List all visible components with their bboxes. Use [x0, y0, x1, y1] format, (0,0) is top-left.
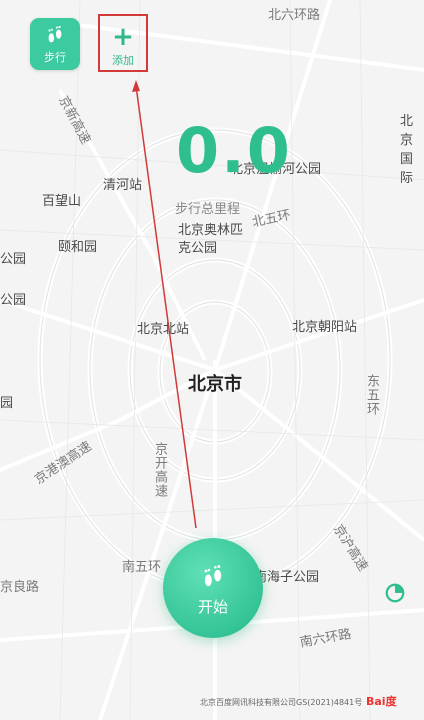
footprint-icon — [48, 25, 62, 43]
add-button[interactable]: + 添加 — [98, 14, 148, 72]
map-label: 北京奥林匹克公园 — [178, 223, 244, 256]
map-label: 京良路 — [0, 580, 40, 595]
map-label: 公园 — [0, 293, 27, 308]
map-label: 园 — [0, 396, 14, 411]
start-button[interactable]: 开始 — [163, 538, 263, 638]
map-label: 百望山 — [42, 194, 82, 209]
map-label: 南海子公园 — [254, 570, 320, 585]
plus-icon: + — [112, 22, 134, 52]
map-label: 北京朝阳站 — [292, 320, 358, 335]
add-button-label: 添加 — [112, 54, 134, 67]
baidu-logo: Bai度 — [366, 695, 397, 708]
walk-mode-button[interactable]: 步行 — [30, 18, 80, 70]
pie-chart-icon[interactable] — [384, 582, 406, 604]
map-label: 清河站 — [103, 178, 143, 193]
map-label: 北六环路 — [268, 8, 321, 23]
walk-mode-label: 步行 — [44, 51, 66, 64]
map-label: 公园 — [0, 252, 27, 267]
map-copyright: 北京百度网讯科技有限公司GS(2021)4841号 — [200, 698, 363, 707]
total-distance-label: 步行总里程 — [175, 202, 241, 217]
map-label: 京开高速 — [152, 442, 167, 498]
total-distance-value: 0.0 — [176, 114, 292, 187]
start-button-label: 开始 — [197, 598, 228, 616]
map-label: 北京北站 — [137, 322, 190, 337]
map-label: 北京国际 — [400, 114, 414, 186]
footprint-icon — [204, 565, 222, 587]
map-label: 东五环 — [364, 374, 379, 416]
map-label: 北京市 — [188, 374, 242, 395]
map-label: 颐和园 — [58, 240, 98, 255]
map-label: 南五环 — [122, 560, 162, 575]
